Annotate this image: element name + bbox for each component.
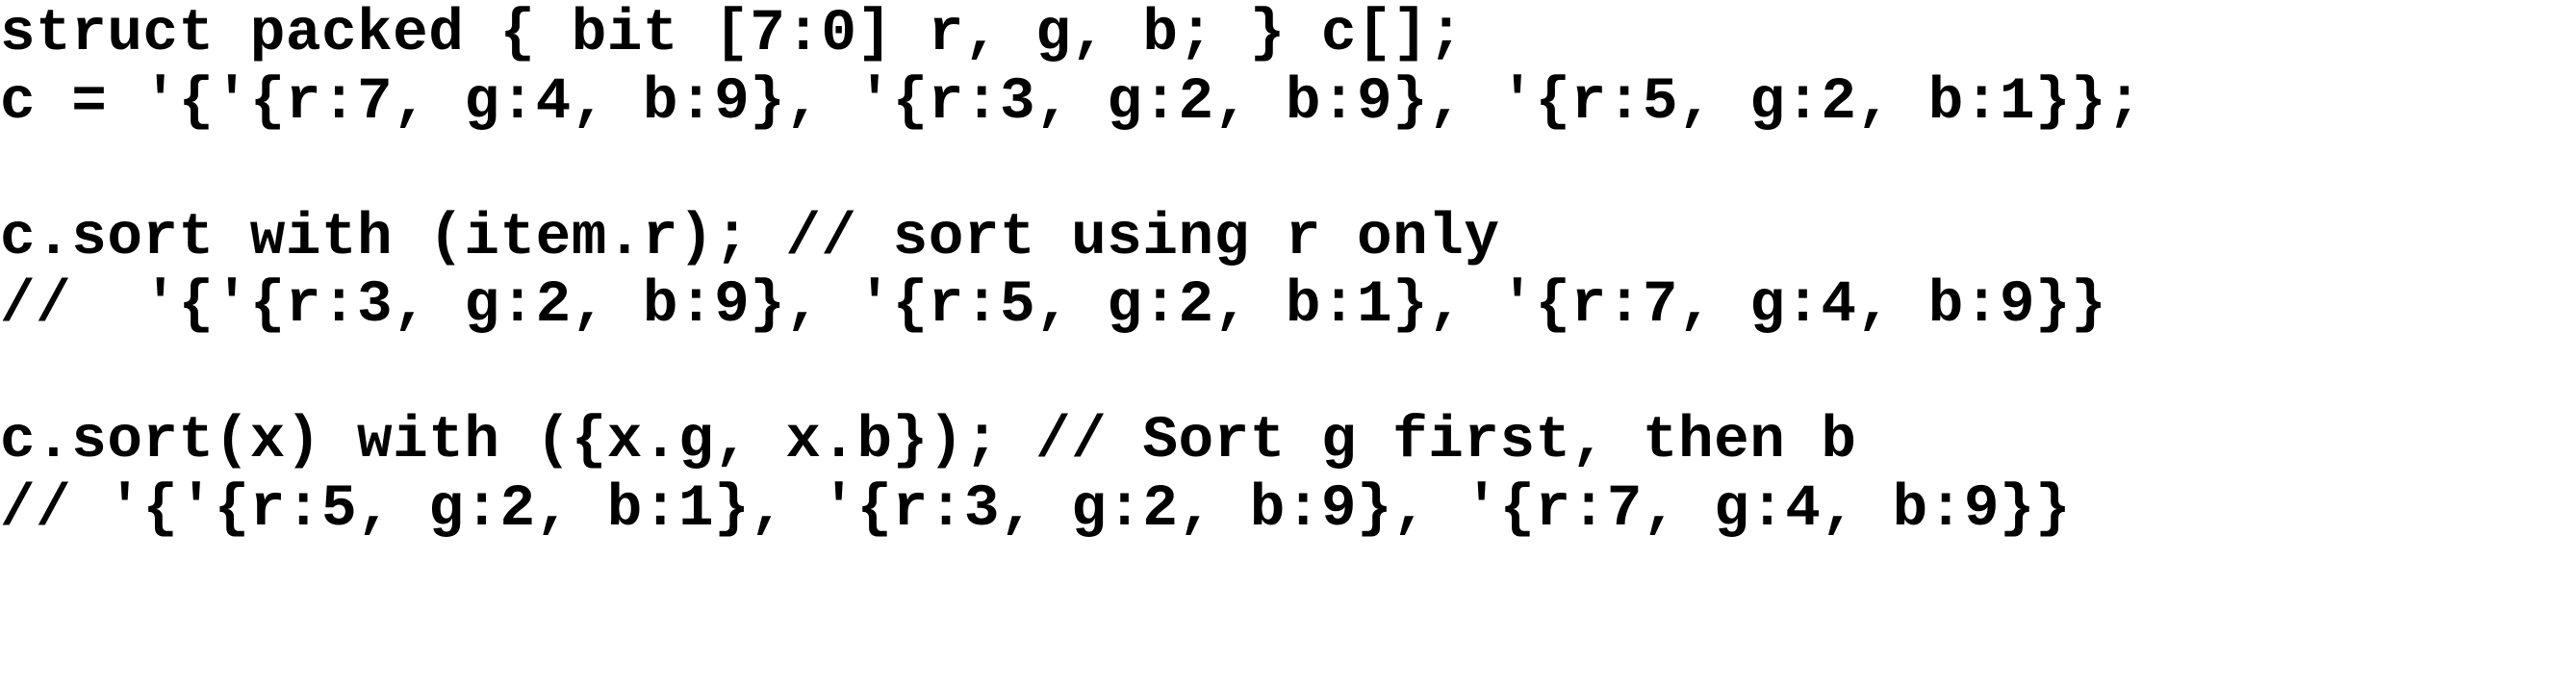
code-line-sort-by-r: c.sort with (item.r); // sort using r on… [0, 204, 1500, 271]
code-line-array-assignment: c = '{'{r:7, g:4, b:9}, '{r:3, g:2, b:9}… [0, 68, 2143, 136]
code-line-sort-by-g-then-b-result: // '{'{r:5, g:2, b:1}, '{r:3, g:2, b:9},… [0, 475, 2072, 543]
code-line-struct-declaration: struct packed { bit [7:0] r, g, b; } c[]… [0, 1, 1465, 67]
code-line-sort-by-g-then-b: c.sort(x) with ({x.g, x.b}); // Sort g f… [0, 408, 1857, 474]
code-listing: struct packed { bit [7:0] r, g, b; } c[]… [0, 0, 2576, 689]
code-line-sort-by-r-result: // '{'{r:3, g:2, b:9}, '{r:5, g:2, b:1},… [0, 272, 2107, 339]
